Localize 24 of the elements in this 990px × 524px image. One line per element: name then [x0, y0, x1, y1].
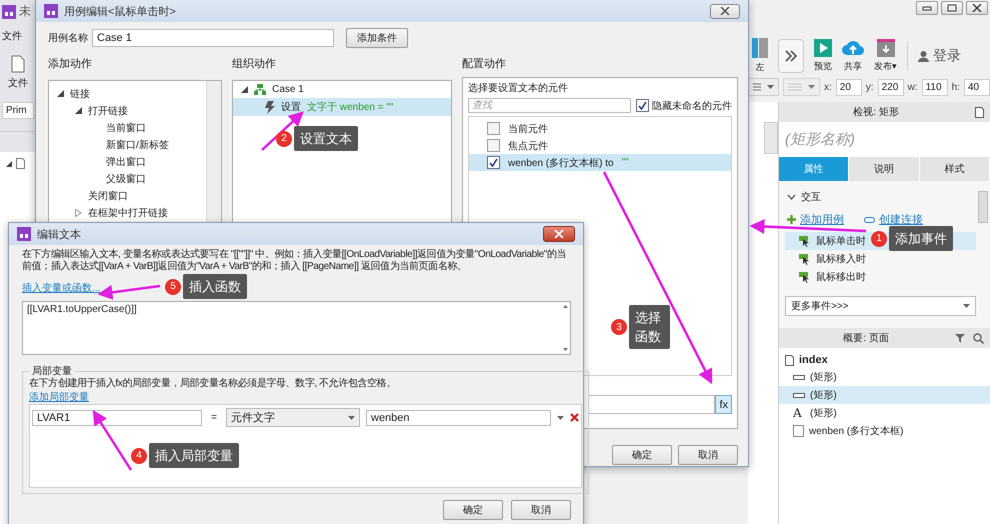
column-heading: 配置动作	[462, 57, 507, 71]
annotation-tooltip: 设置文本	[294, 126, 358, 151]
instruction-text: 在下方编辑区输入文本, 变量名称或表达式要写在 "[[""]]" 中。例如：插入变量[[OnLoadVariable]]返回值为变量"OnLoadVariable"的当前值；插入表达式[[VarA + VarB]]返回值为"VarA + VarB"的和；插入 [[PageName]] 返回值为当前页面名称。	[22, 249, 568, 273]
field-label: 用例名称	[48, 32, 88, 45]
annotation-tooltip: 添加事件	[889, 226, 953, 251]
column-heading: 组织动作	[232, 57, 278, 71]
dialog-title: 用例编辑<鼠标单击时>	[64, 4, 177, 18]
panel-title: 概要: 页面	[842, 332, 890, 345]
prompt-text: 选择要设置文本的元件	[468, 82, 569, 95]
panel-title: 检视: 矩形	[852, 106, 900, 119]
window-title: 未	[19, 3, 31, 20]
group-title: 局部变量	[31, 364, 73, 378]
field-label: w:	[908, 82, 918, 92]
column-heading: 添加动作	[48, 57, 93, 71]
annotation-tooltip: 插入函数	[183, 274, 247, 299]
section-title: 交互	[801, 190, 821, 204]
field-label: x:	[824, 82, 832, 92]
annotation-tooltip: 插入局部变量	[149, 443, 239, 468]
operator-text: =	[210, 412, 218, 423]
instruction-text: 在下方创建用于插入fx的局部变量，局部变量名称必须是字母、数字, 不允许包含空格。	[29, 378, 397, 390]
annotation-tooltip: 选择函数	[629, 305, 670, 349]
dialog-title: 编辑文本	[37, 228, 82, 242]
field-label: h:	[952, 82, 960, 92]
field-label: y:	[866, 82, 874, 92]
